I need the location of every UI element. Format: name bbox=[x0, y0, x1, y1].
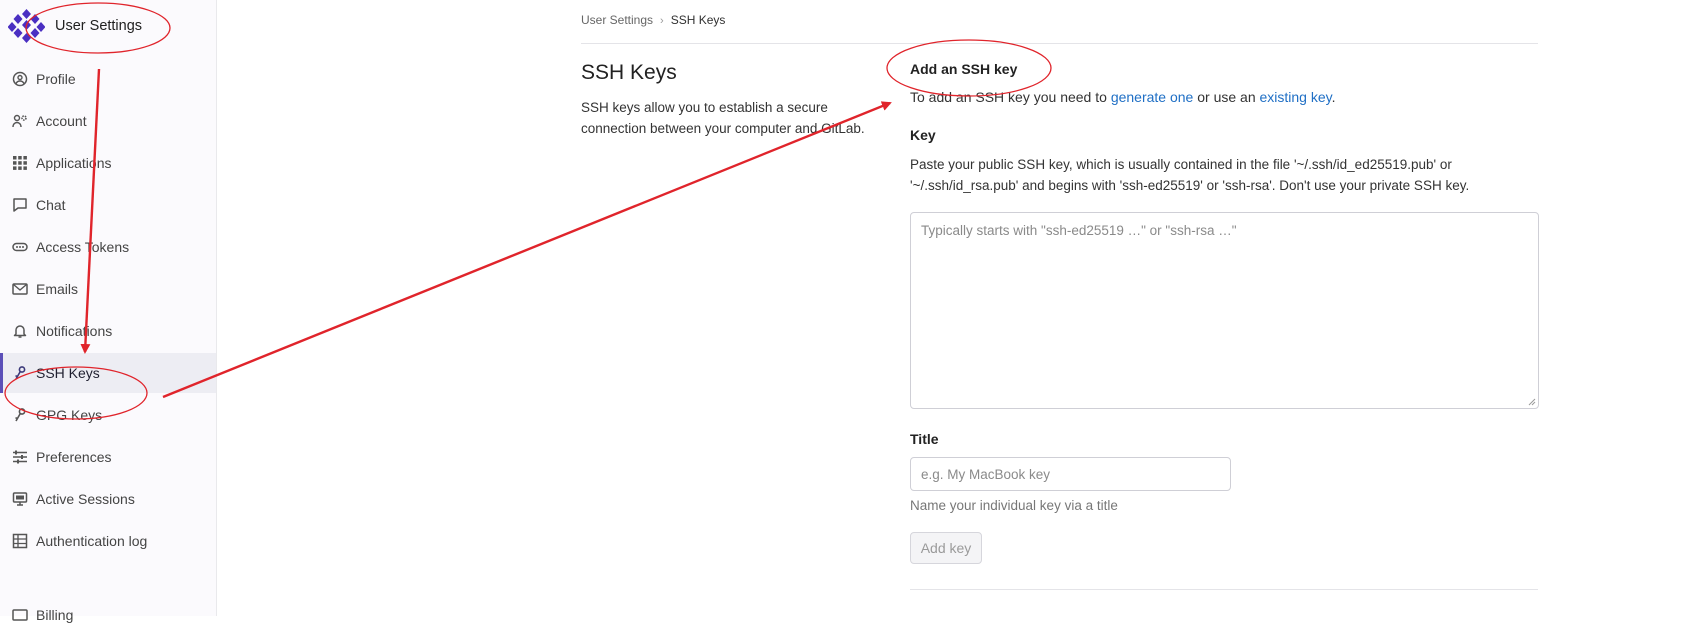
sidebar-item-label: Authentication log bbox=[36, 533, 148, 549]
sidebar-item-label: Notifications bbox=[36, 323, 113, 339]
title-input[interactable] bbox=[910, 457, 1231, 491]
sidebar-item-label: Active Sessions bbox=[36, 491, 135, 507]
sidebar-item-profile[interactable]: Profile bbox=[0, 59, 216, 99]
intro-prefix: To add an SSH key you need to bbox=[910, 89, 1111, 105]
sidebar-item-ssh-keys[interactable]: SSH Keys bbox=[0, 353, 216, 393]
sidebar: User Settings Profile Account Applicatio… bbox=[0, 0, 217, 623]
key-icon bbox=[15, 366, 26, 380]
project-avatar-icon[interactable] bbox=[8, 8, 45, 45]
sidebar-item-label: Billing bbox=[36, 607, 74, 623]
sidebar-item-account[interactable]: Account bbox=[0, 101, 216, 141]
generate-one-link[interactable]: generate one bbox=[1111, 89, 1194, 105]
key-textarea[interactable] bbox=[910, 212, 1539, 409]
mail-icon bbox=[12, 283, 28, 295]
breadcrumb-separator: › bbox=[660, 15, 664, 27]
sidebar-item-access-tokens[interactable]: Access Tokens bbox=[0, 227, 216, 267]
sidebar-item-active-sessions[interactable]: Active Sessions bbox=[0, 479, 216, 519]
divider bbox=[581, 43, 1538, 44]
account-icon bbox=[12, 114, 27, 128]
page-title: SSH Keys bbox=[581, 61, 677, 84]
sidebar-item-label: Emails bbox=[36, 281, 79, 297]
sidebar-item-emails[interactable]: Emails bbox=[0, 269, 216, 309]
sidebar-item-notifications[interactable]: Notifications bbox=[0, 311, 216, 351]
sidebar-item-label: Account bbox=[36, 113, 87, 129]
add-key-button[interactable]: Add key bbox=[910, 532, 982, 564]
sidebar-item-label: Profile bbox=[36, 71, 76, 87]
applications-icon bbox=[13, 156, 27, 170]
log-icon bbox=[12, 533, 28, 549]
section-intro: To add an SSH key you need to generate o… bbox=[910, 89, 1336, 105]
sidebar-item-applications[interactable]: Applications bbox=[0, 143, 216, 183]
monitor-icon bbox=[12, 492, 28, 506]
annotation-arrow bbox=[162, 101, 892, 399]
title-label: Title bbox=[910, 431, 939, 447]
sidebar-item-label: Preferences bbox=[36, 449, 112, 465]
sidebar-item-label: Access Tokens bbox=[36, 239, 130, 255]
billing-icon bbox=[12, 609, 28, 621]
divider bbox=[910, 589, 1538, 590]
section-title: Add an SSH key bbox=[910, 61, 1018, 77]
intro-suffix: . bbox=[1331, 89, 1336, 105]
sidebar-item-chat[interactable]: Chat bbox=[0, 185, 216, 225]
title-help-text: Name your individual key via a title bbox=[910, 498, 1118, 513]
key-help-text: Paste your public SSH key, which is usua… bbox=[910, 157, 1470, 193]
bell-icon bbox=[13, 325, 27, 338]
key-icon bbox=[15, 408, 26, 422]
existing-key-link[interactable]: existing key bbox=[1260, 89, 1332, 105]
sidebar-item-billing[interactable]: Billing bbox=[0, 603, 216, 643]
chat-icon bbox=[13, 198, 27, 212]
sidebar-item-gpg-keys[interactable]: GPG Keys bbox=[0, 395, 216, 435]
preferences-icon bbox=[13, 450, 27, 464]
sidebar-item-label: Applications bbox=[36, 155, 112, 171]
sidebar-item-label: SSH Keys bbox=[36, 365, 100, 381]
sidebar-header: User Settings bbox=[0, 0, 217, 54]
breadcrumb: User Settings › SSH Keys bbox=[581, 13, 725, 27]
sidebar-title[interactable]: User Settings bbox=[55, 18, 142, 34]
sidebar-item-label: GPG Keys bbox=[36, 407, 103, 423]
page-description: SSH keys allow you to establish a secure… bbox=[581, 100, 865, 136]
token-icon bbox=[12, 242, 28, 252]
sidebar-item-label: Chat bbox=[36, 197, 66, 213]
intro-mid: or use an bbox=[1193, 89, 1260, 105]
breadcrumb-current[interactable]: SSH Keys bbox=[671, 13, 726, 27]
key-label: Key bbox=[910, 127, 936, 143]
profile-icon bbox=[12, 71, 28, 87]
resize-handle-icon[interactable] bbox=[1528, 398, 1536, 406]
breadcrumb-parent[interactable]: User Settings bbox=[581, 13, 653, 27]
sidebar-item-preferences[interactable]: Preferences bbox=[0, 437, 216, 477]
sidebar-item-authentication-log[interactable]: Authentication log bbox=[0, 521, 216, 561]
